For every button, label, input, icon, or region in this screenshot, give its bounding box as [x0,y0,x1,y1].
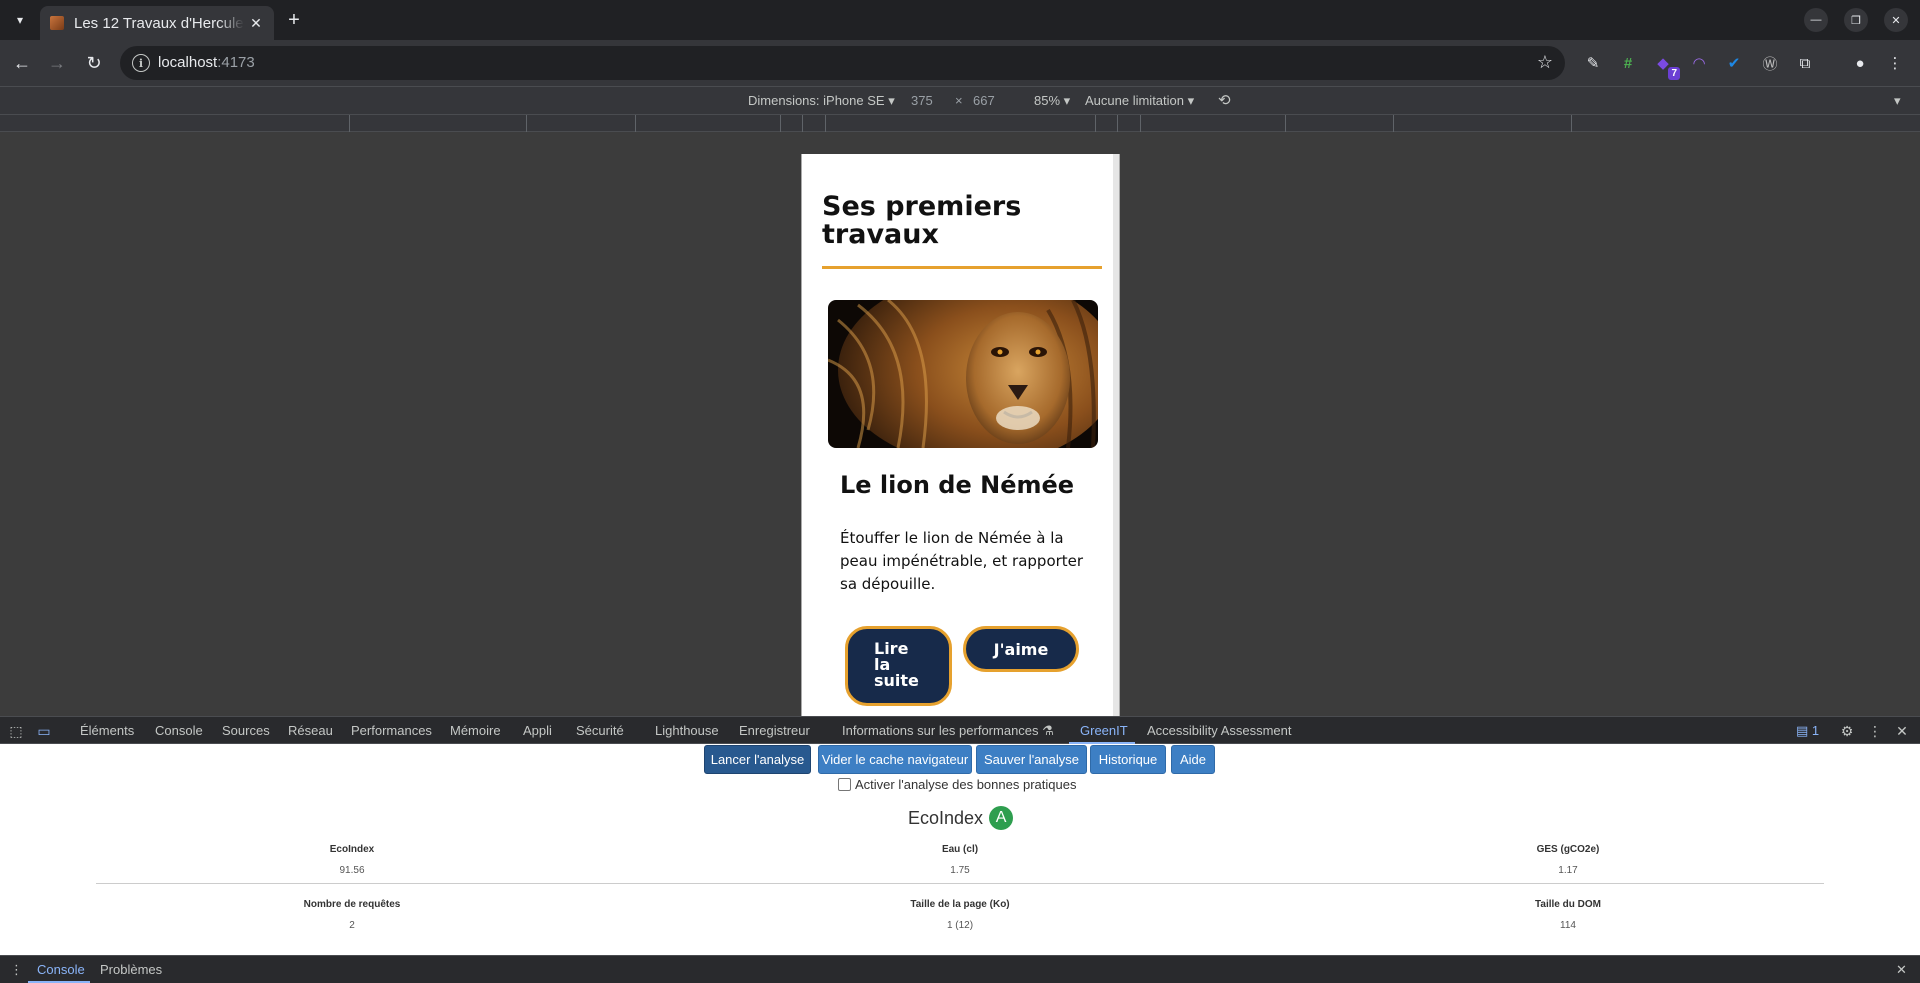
tab-strip: ▾ Les 12 Travaux d'Hercule ✕ + — ❐ ✕ [0,0,1920,40]
device-toolbar: Dimensions: iPhone SE ▾ 375 × 667 85% ▾ … [0,86,1920,114]
tab-search-chevron-icon[interactable]: ▾ [8,8,32,32]
tab-elements[interactable]: Éléments [80,723,134,738]
devtools-menu-icon[interactable]: ⋮ [1865,721,1885,741]
bookmark-star-icon[interactable]: ☆ [1537,52,1553,73]
minimize-icon[interactable]: — [1804,8,1828,32]
run-analysis-button[interactable]: Lancer l'analyse [704,745,811,774]
metric-label: Eau (cl) [941,844,979,855]
page-scrollbar[interactable] [1113,154,1119,716]
tab-sources[interactable]: Sources [222,723,270,738]
metric-value: 114 [1560,920,1576,931]
checkbox-label: Activer l'analyse des bonnes pratiques [855,777,1077,792]
device-options-icon[interactable]: ▾ [1894,93,1901,109]
restore-icon[interactable]: ❐ [1844,8,1868,32]
rotate-icon[interactable]: ⟲ [1218,91,1231,109]
check-extension-icon[interactable]: ✔ [1723,52,1745,74]
metric-label: Taille du DOM [1535,899,1601,910]
close-devtools-icon[interactable]: ✕ [1892,721,1912,741]
lion-image [828,300,1098,448]
url-text[interactable]: localhost:4173 [158,54,255,71]
drawer-menu-icon[interactable]: ⋮ [10,962,23,978]
settings-gear-icon[interactable]: ⚙ [1837,721,1857,741]
close-window-icon[interactable]: ✕ [1884,8,1908,32]
issues-counter[interactable]: ▤ 1 [1796,723,1819,739]
inspect-element-icon[interactable]: ⬚ [6,721,26,741]
device-height-input[interactable]: 667 [973,93,995,108]
metric-value: 1.75 [950,865,970,876]
tab-network[interactable]: Réseau [288,723,333,738]
metric-value: 91.56 [339,865,365,876]
metric-value: 2 [349,920,355,931]
greenit-extension-icon[interactable]: # [1617,52,1639,74]
tab-recorder[interactable]: Enregistreur [739,723,810,738]
w-extension-icon[interactable]: Ⓦ [1759,52,1781,74]
clear-cache-button[interactable]: Vider le cache navigateur [818,745,972,774]
ecoindex-heading: EcoIndex A [908,806,1014,830]
tab-greenit[interactable]: GreenIT [1080,723,1128,738]
device-select[interactable]: Dimensions: iPhone SE ▾ [748,93,895,109]
card-title: Le lion de Némée [840,471,1075,499]
device-width-input[interactable]: 375 [911,93,933,108]
back-icon[interactable]: ← [10,51,34,75]
tab-favicon-icon [50,16,64,30]
tab-console[interactable]: Console [155,723,203,738]
tab-close-icon[interactable]: ✕ [246,13,266,33]
dimension-separator: × [955,93,963,108]
help-button[interactable]: Aide [1171,745,1215,774]
title-underline [822,266,1102,269]
profile-icon[interactable]: ● [1849,52,1871,74]
page-title: Ses premiers travaux [822,191,1022,250]
throttling-select[interactable]: Aucune limitation ▾ [1085,93,1194,109]
metric-label: EcoIndex [329,844,375,855]
address-bar[interactable]: i localhost:4173 ☆ [120,46,1565,80]
tab-performance-insights[interactable]: Informations sur les performances ⚗ [842,723,1054,739]
browser-tab[interactable]: Les 12 Travaux d'Hercule ✕ [40,6,274,40]
read-more-button[interactable]: Lire la suite [845,626,952,706]
tab-performance[interactable]: Performances [351,723,432,738]
drawer-tab-console[interactable]: Console [37,962,85,977]
tab-memory[interactable]: Mémoire [450,723,501,738]
save-analysis-button[interactable]: Sauver l'analyse [976,745,1087,774]
zoom-select[interactable]: 85% ▾ [1034,93,1070,109]
drawer-tab-issues[interactable]: Problèmes [100,962,162,977]
ecoindex-grade-badge: A [989,806,1014,830]
emulated-page: Ses premiers travaux Le lion de Némée Ét… [801,154,1120,716]
checkbox-box[interactable] [838,778,851,791]
metric-value: 1 (12) [946,920,974,931]
metrics-divider [96,883,1824,884]
tab-application[interactable]: Appli [523,723,552,738]
browser-toolbar: ← → ↻ i localhost:4173 ☆ ✎ # ◆ 7 ◠ ✔ Ⓦ ⧉ … [0,40,1920,86]
site-info-icon[interactable]: i [132,54,150,72]
device-toggle-icon[interactable]: ▭ [34,721,54,741]
tab-security[interactable]: Sécurité [576,723,624,738]
metric-label: Taille de la page (Ko) [910,899,1010,910]
greenit-panel: Lancer l'analyse Vider le cache navigate… [0,744,1920,955]
tab-accessibility-assessment[interactable]: Accessibility Assessment [1147,723,1292,738]
history-button[interactable]: Historique [1090,745,1166,774]
metric-label: Nombre de requêtes [303,899,401,910]
close-drawer-icon[interactable]: ✕ [1896,962,1907,978]
device-viewport: Ses premiers travaux Le lion de Némée Ét… [0,132,1920,716]
extension-badge: 7 [1668,67,1680,80]
media-query-bar[interactable] [0,114,1920,132]
menu-kebab-icon[interactable]: ⋮ [1884,52,1906,74]
metric-value: 1.17 [1558,865,1578,876]
devtools-drawer: ⋮ Console Problèmes ✕ [0,955,1920,983]
extensions-puzzle-icon[interactable]: ⧉ [1794,52,1816,74]
new-tab-button[interactable]: + [282,8,306,32]
reload-icon[interactable]: ↻ [82,51,106,75]
tab-title: Les 12 Travaux d'Hercule [74,14,244,32]
eyedropper-extension-icon[interactable]: ✎ [1582,52,1604,74]
best-practices-checkbox[interactable]: Activer l'analyse des bonnes pratiques [838,777,1076,792]
headset-extension-icon[interactable]: ◠ [1688,52,1710,74]
tab-lighthouse[interactable]: Lighthouse [655,723,719,738]
like-button[interactable]: J'aime [963,626,1079,672]
devtools-tab-bar: ⬚ ▭ Éléments Console Sources Réseau Perf… [0,716,1920,744]
purple-extension-icon[interactable]: ◆ 7 [1652,52,1680,80]
forward-icon[interactable]: → [45,51,69,75]
card-description: Étouffer le lion de Némée à la peau impé… [840,529,1084,593]
metric-label: GES (gCO2e) [1536,844,1600,855]
